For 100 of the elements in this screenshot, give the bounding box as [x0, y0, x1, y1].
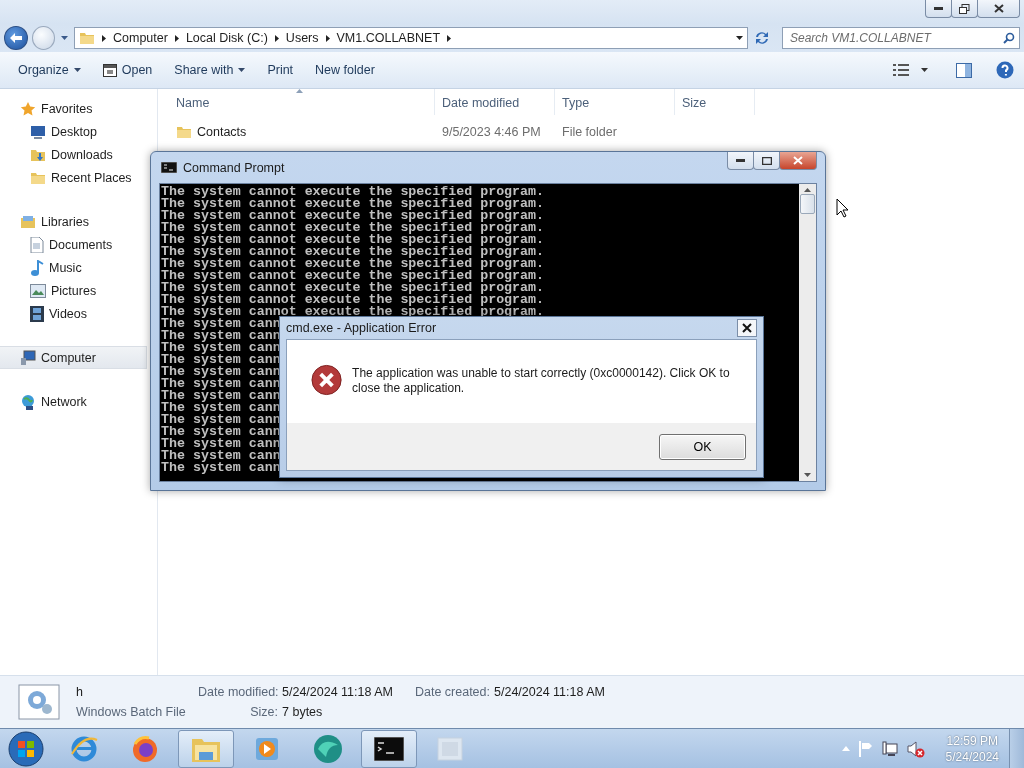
console-line: The system cannot execute the specified program.	[161, 198, 544, 210]
globe-icon	[20, 393, 36, 410]
music-note-icon	[30, 259, 44, 276]
chevron-icon	[447, 34, 452, 42]
swirl-icon	[312, 732, 344, 765]
minimize-icon	[934, 7, 943, 10]
window-icon	[102, 63, 117, 77]
contacts-folder-icon	[176, 124, 192, 140]
close-button[interactable]	[737, 319, 757, 337]
console-line: The system cannot execute the specified program.	[161, 210, 544, 222]
error-icon	[311, 364, 343, 396]
detail-value: 5/24/2024 11:18 AM	[494, 684, 606, 699]
list-view-icon	[893, 64, 909, 76]
scroll-thumb[interactable]	[800, 194, 815, 214]
column-header[interactable]: Type	[555, 89, 675, 115]
caret-icon	[73, 68, 81, 72]
preview-pane-icon	[956, 62, 972, 78]
help-icon	[996, 61, 1014, 79]
breadcrumb-item[interactable]: Users	[285, 31, 319, 45]
minimize-button[interactable]	[727, 152, 754, 170]
toolbar-button[interactable]: New folder	[306, 59, 384, 81]
picture-icon	[30, 283, 46, 298]
chevron-icon	[325, 34, 330, 42]
film-icon	[30, 305, 44, 322]
maximize-button[interactable]	[753, 152, 780, 170]
caret-icon	[736, 36, 743, 40]
close-icon	[993, 4, 1004, 13]
scrollbar[interactable]	[799, 184, 816, 481]
nav-item[interactable]: Network	[0, 390, 147, 413]
caret-icon	[61, 36, 68, 40]
column-header[interactable]: Size	[675, 89, 755, 115]
search-icon	[1003, 32, 1015, 44]
dialog-title: cmd.exe - Application Error	[286, 321, 437, 335]
menu-button[interactable]: Organize	[9, 59, 90, 81]
nav-item[interactable]: Pictures	[0, 279, 147, 302]
folder-icon	[79, 30, 95, 46]
taskbar-app-button[interactable]	[361, 729, 417, 768]
detail-value: 5/24/2024 11:18 AM	[282, 684, 394, 699]
close-icon	[742, 323, 752, 333]
nav-item[interactable]: Downloads	[0, 143, 147, 166]
ok-button[interactable]: OK	[659, 433, 746, 460]
chevron-icon	[274, 34, 279, 42]
console-line: The system cannot execute the specified program.	[161, 282, 544, 294]
detail-value: 7 bytes	[282, 704, 324, 719]
star-icon	[20, 100, 36, 117]
back-button[interactable]	[4, 26, 28, 50]
scroll-up-icon[interactable]	[804, 188, 811, 192]
document-icon	[30, 236, 44, 253]
library-icon	[20, 213, 36, 230]
column-header[interactable]: Name	[169, 89, 435, 115]
caret-icon	[921, 68, 928, 72]
minimize-button[interactable]	[925, 0, 952, 18]
console-line: The system cannot execute the specified program.	[161, 258, 544, 270]
breadcrumb-item[interactable]: Local Disk (C:)	[185, 31, 268, 45]
nav-item[interactable]: Desktop	[0, 120, 147, 143]
file-name[interactable]: Contacts	[197, 125, 247, 139]
terminal-icon	[374, 736, 404, 761]
chevron-icon	[174, 34, 179, 42]
scroll-down-icon[interactable]	[804, 473, 811, 477]
terminal-icon	[161, 162, 177, 173]
window-icon	[437, 736, 463, 761]
breadcrumb-item[interactable]: Computer	[113, 31, 168, 45]
nav-item[interactable]: Music	[0, 256, 147, 279]
column-header[interactable]: Date modified	[435, 89, 555, 115]
console-line: The system cannot execute the specified program.	[161, 234, 544, 246]
start-button[interactable]	[6, 729, 46, 768]
nav-item[interactable]: Computer	[0, 346, 147, 369]
nav-item[interactable]: Documents	[0, 233, 147, 256]
fox-globe-icon	[130, 733, 160, 764]
window-title: Command Prompt	[183, 160, 285, 175]
help-button[interactable]	[994, 59, 1016, 81]
toolbar-button[interactable]: Open	[93, 59, 162, 81]
chevron-icon	[102, 34, 106, 42]
restore-button[interactable]	[951, 0, 978, 18]
close-icon	[793, 156, 803, 165]
address-bar[interactable]: Computer Local Disk (C:) Users VM1.COLLABNET	[74, 27, 748, 49]
network-icon[interactable]	[881, 740, 898, 757]
gear-file-icon	[18, 684, 60, 720]
menu-button[interactable]: Share with	[165, 59, 255, 81]
nav-item[interactable]: Favorites	[0, 97, 147, 120]
muted-speaker-icon[interactable]	[906, 739, 925, 758]
computer-icon	[20, 349, 36, 366]
search-field[interactable]: Search VM1.COLLABNET	[782, 27, 1020, 49]
nav-item[interactable]: Recent Places	[0, 166, 147, 189]
nav-item[interactable]: Libraries	[0, 210, 147, 233]
breadcrumb-item[interactable]: VM1.COLLABNET	[336, 31, 441, 45]
restore-icon	[959, 3, 970, 14]
error-message: The application was unable to start correctly (0xc0000142). Click OK to close the application.	[352, 366, 731, 396]
maximize-icon	[761, 156, 772, 165]
file-type: Windows Batch File	[76, 703, 186, 720]
table-cell: 9/5/2023 4:46 PM	[442, 125, 541, 139]
minimize-icon	[736, 159, 745, 162]
nav-item[interactable]: Videos	[0, 302, 147, 325]
toolbar-button[interactable]: Print	[258, 59, 303, 81]
console-line: The system cannot execute the specified program.	[161, 270, 544, 282]
console-line: The system cannot execute the specified program.	[161, 186, 544, 198]
arrow-left-icon	[9, 33, 22, 43]
monitor-icon	[30, 123, 46, 140]
close-button[interactable]	[977, 0, 1020, 18]
refresh-icon	[754, 31, 770, 45]
